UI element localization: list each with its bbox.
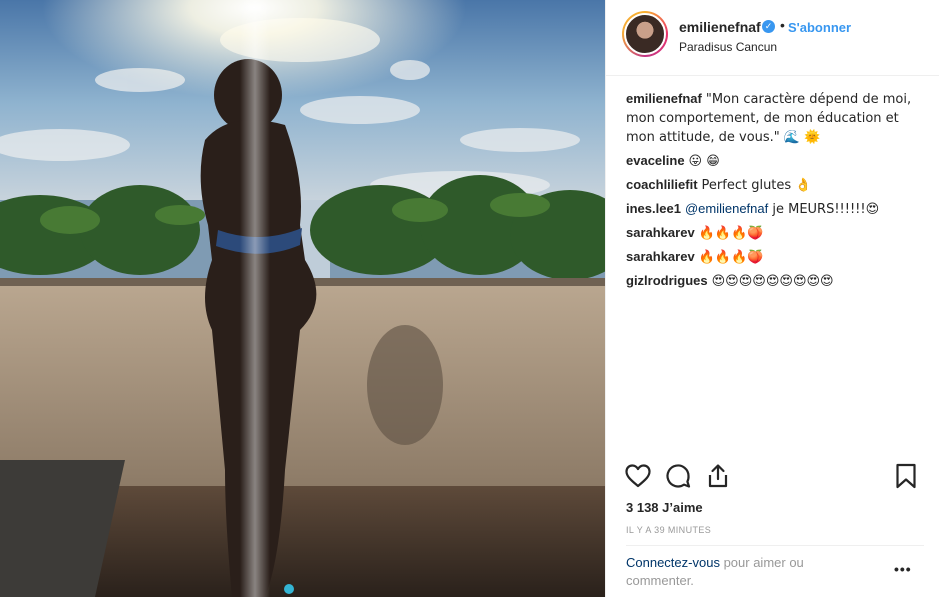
- comment-item: coachliliefit Perfect glutes 👌: [626, 176, 924, 195]
- divider: [626, 545, 924, 546]
- verified-badge-icon: ✓: [762, 20, 775, 33]
- follow-button[interactable]: S'abonner: [788, 20, 851, 35]
- share-icon[interactable]: [704, 462, 732, 490]
- caption: emilienefnaf "Mon caractère dépend de moi…: [626, 90, 924, 147]
- more-options-button[interactable]: •••: [894, 561, 912, 577]
- comment-author[interactable]: sarahkarev: [626, 249, 695, 264]
- comment-text: 😍😍😍😍😍😍😍😍😍: [711, 274, 834, 289]
- heart-icon[interactable]: [624, 462, 652, 490]
- comment-author[interactable]: gizlrodrigues: [626, 273, 708, 288]
- post-username[interactable]: emilienefnaf: [679, 19, 761, 35]
- comment-author[interactable]: ines.lee1: [626, 201, 681, 216]
- likes-count[interactable]: 3 138 J’aime: [626, 500, 703, 515]
- comment-author[interactable]: sarahkarev: [626, 225, 695, 240]
- login-link[interactable]: Connectez-vous: [626, 555, 720, 570]
- carousel-indicator-dot[interactable]: [284, 584, 294, 594]
- comment-icon[interactable]: [664, 462, 692, 490]
- story-ring[interactable]: [622, 11, 668, 57]
- comments-list: emilienefnaf "Mon caractère dépend de moi…: [626, 90, 924, 296]
- comment-author[interactable]: evaceline: [626, 153, 685, 168]
- comment-mention[interactable]: @emilienefnaf: [685, 201, 768, 216]
- comment-text: Perfect glutes 👌: [701, 178, 812, 193]
- post-location[interactable]: Paradisus Cancun: [679, 40, 777, 54]
- post-timestamp[interactable]: IL Y A 39 MINUTES: [626, 525, 711, 535]
- comment-author[interactable]: coachliliefit: [626, 177, 698, 192]
- comment-text: je MEURS!!!!!!😍: [768, 202, 880, 217]
- photo-scene: [0, 0, 605, 597]
- bookmark-icon[interactable]: [892, 462, 920, 490]
- separator-dot: •: [780, 17, 785, 33]
- comment-item: gizlrodrigues 😍😍😍😍😍😍😍😍😍: [626, 272, 924, 291]
- comment-item: sarahkarev 🔥🔥🔥🍑: [626, 248, 924, 267]
- comment-item: evaceline 😛 😁: [626, 152, 924, 171]
- login-prompt: Connectez-vous pour aimer ou commenter.: [626, 554, 866, 590]
- post-header: emilienefnaf ✓ • S'abonner Paradisus Can…: [606, 0, 939, 76]
- comment-item: sarahkarev 🔥🔥🔥🍑: [626, 224, 924, 243]
- comment-text: 🔥🔥🔥🍑: [698, 250, 764, 265]
- avatar[interactable]: [624, 13, 666, 55]
- comment-text: 🔥🔥🔥🍑: [698, 226, 764, 241]
- comment-text: 😛 😁: [688, 154, 720, 169]
- caption-author[interactable]: emilienefnaf: [626, 91, 702, 106]
- post-side-panel: emilienefnaf ✓ • S'abonner Paradisus Can…: [605, 0, 939, 597]
- comment-item: ines.lee1 @emilienefnaf je MEURS!!!!!!😍: [626, 200, 924, 219]
- post-photo[interactable]: [0, 0, 605, 597]
